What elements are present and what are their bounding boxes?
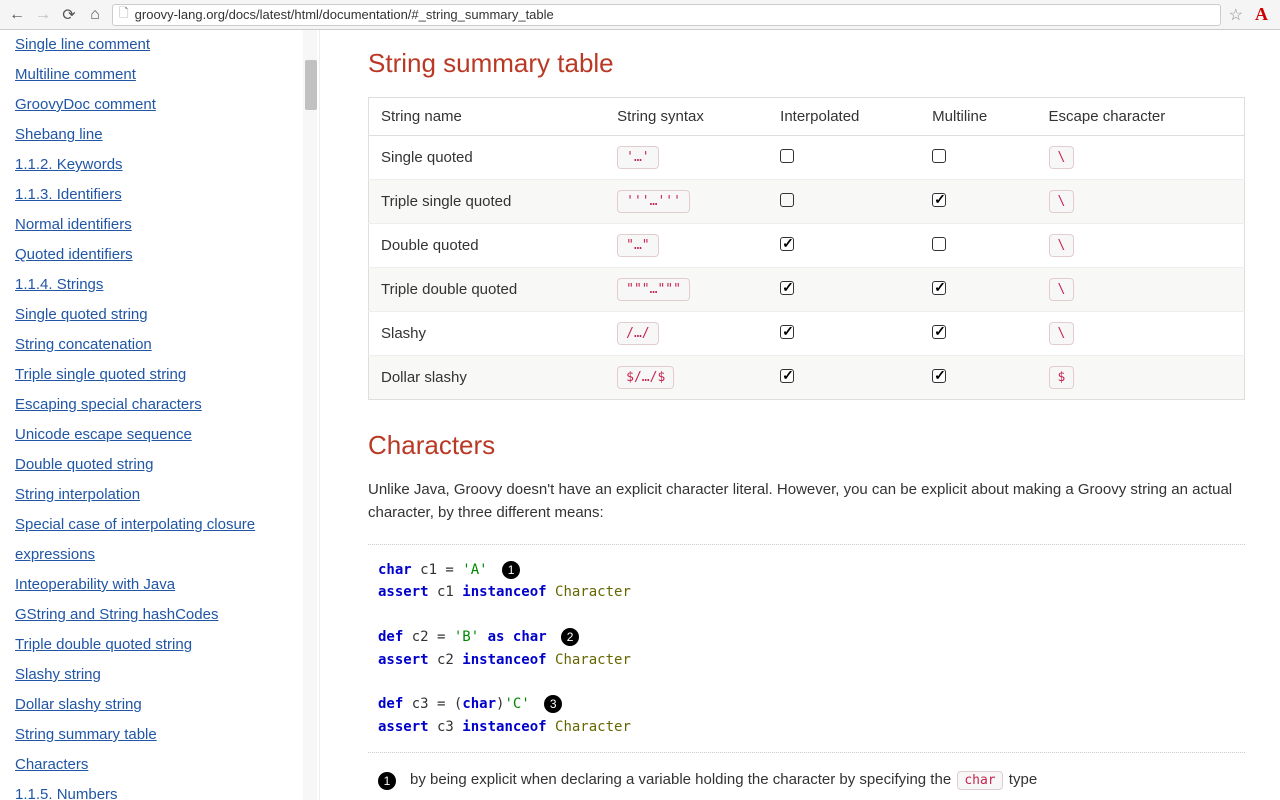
- checked-icon: [932, 281, 946, 295]
- table-header: String syntax: [605, 98, 768, 136]
- forward-button[interactable]: →: [34, 6, 52, 24]
- home-button[interactable]: ⌂: [86, 6, 104, 24]
- sidebar-link[interactable]: Triple single quoted string: [15, 360, 186, 390]
- callout-marker: 2: [561, 628, 579, 646]
- callout-item: 1 by being explicit when declaring a vari…: [378, 771, 1245, 790]
- checked-icon: [780, 325, 794, 339]
- syntax-token: """…""": [617, 278, 690, 301]
- unchecked-icon: [780, 149, 794, 163]
- sidebar-nav: Single line commentMultiline commentGroo…: [0, 30, 320, 800]
- callout-marker: 3: [544, 695, 562, 713]
- string-name-cell: Triple double quoted: [369, 268, 606, 312]
- characters-intro: Unlike Java, Groovy doesn't have an expl…: [368, 479, 1245, 524]
- sidebar-link[interactable]: Normal identifiers: [15, 210, 132, 240]
- callout-list: 1 by being explicit when declaring a vari…: [378, 771, 1245, 800]
- sidebar-link[interactable]: 1.1.2. Keywords: [15, 150, 123, 180]
- sidebar-link[interactable]: Special case of interpolating closure ex…: [15, 510, 304, 570]
- section-title-string-summary: String summary table: [368, 48, 1245, 79]
- unchecked-icon: [932, 237, 946, 251]
- inline-code: char: [957, 771, 1002, 790]
- table-row: Triple single quoted '''…''' \: [369, 180, 1245, 224]
- sidebar-link[interactable]: 1.1.5. Numbers: [15, 780, 118, 800]
- sidebar-link[interactable]: String summary table: [15, 720, 157, 750]
- callout-text: by being explicit when declaring a varia…: [410, 771, 1037, 790]
- string-name-cell: Triple single quoted: [369, 180, 606, 224]
- sidebar-link[interactable]: GString and String hashCodes: [15, 600, 218, 630]
- escape-token: $: [1049, 366, 1075, 389]
- sidebar-link[interactable]: String concatenation: [15, 330, 152, 360]
- checked-icon: [932, 193, 946, 207]
- sidebar-link[interactable]: 1.1.3. Identifiers: [15, 180, 122, 210]
- string-summary-table: String nameString syntaxInterpolatedMult…: [368, 97, 1245, 400]
- sidebar-link[interactable]: Characters: [15, 750, 88, 780]
- syntax-token: "…": [617, 234, 658, 257]
- sidebar-link[interactable]: Triple double quoted string: [15, 630, 192, 660]
- sidebar-link[interactable]: Single quoted string: [15, 300, 148, 330]
- table-row: Dollar slashy $/…/$ $: [369, 356, 1245, 400]
- sidebar-link[interactable]: Inteoperability with Java: [15, 570, 175, 600]
- table-row: Single quoted '…' \: [369, 136, 1245, 180]
- escape-token: \: [1049, 146, 1075, 169]
- sidebar-link[interactable]: 1.1.4. Strings: [15, 270, 103, 300]
- main-content: String summary table String nameString s…: [320, 30, 1280, 800]
- characters-code-block: char c1 = 'A' 1assert c1 instanceof Char…: [368, 544, 1245, 753]
- table-header: String name: [369, 98, 606, 136]
- sidebar-link[interactable]: Quoted identifiers: [15, 240, 133, 270]
- unchecked-icon: [932, 149, 946, 163]
- sidebar-link[interactable]: GroovyDoc comment: [15, 90, 156, 120]
- syntax-token: '…': [617, 146, 658, 169]
- back-button[interactable]: ←: [8, 6, 26, 24]
- reload-button[interactable]: ⟳: [60, 6, 78, 24]
- section-title-characters: Characters: [368, 430, 1245, 461]
- sidebar-link[interactable]: Multiline comment: [15, 60, 136, 90]
- syntax-token: $/…/$: [617, 366, 674, 389]
- string-name-cell: Slashy: [369, 312, 606, 356]
- checked-icon: [780, 369, 794, 383]
- table-row: Triple double quoted """…""" \: [369, 268, 1245, 312]
- checked-icon: [932, 325, 946, 339]
- sidebar-link[interactable]: Dollar slashy string: [15, 690, 142, 720]
- callout-number-icon: 1: [378, 772, 396, 790]
- syntax-token: /…/: [617, 322, 658, 345]
- table-row: Double quoted "…" \: [369, 224, 1245, 268]
- escape-token: \: [1049, 190, 1075, 213]
- table-header: Multiline: [920, 98, 1036, 136]
- unchecked-icon: [780, 193, 794, 207]
- sidebar-link[interactable]: Unicode escape sequence: [15, 420, 192, 450]
- sidebar-link[interactable]: Double quoted string: [15, 450, 153, 480]
- table-header: Escape character: [1037, 98, 1245, 136]
- extension-icon[interactable]: A: [1251, 4, 1272, 25]
- callout-marker: 1: [502, 561, 520, 579]
- browser-toolbar: ← → ⟳ ⌂ 🗋 groovy-lang.org/docs/latest/ht…: [0, 0, 1280, 30]
- sidebar-link[interactable]: Single line comment: [15, 30, 150, 60]
- checked-icon: [932, 369, 946, 383]
- escape-token: \: [1049, 322, 1075, 345]
- bookmark-star-icon[interactable]: ☆: [1229, 5, 1243, 25]
- sidebar-link[interactable]: Shebang line: [15, 120, 103, 150]
- escape-token: \: [1049, 278, 1075, 301]
- sidebar-link[interactable]: String interpolation: [15, 480, 140, 510]
- checked-icon: [780, 281, 794, 295]
- table-row: Slashy /…/ \: [369, 312, 1245, 356]
- table-header: Interpolated: [768, 98, 920, 136]
- checked-icon: [780, 237, 794, 251]
- string-name-cell: Single quoted: [369, 136, 606, 180]
- page-icon: 🗋: [119, 4, 129, 25]
- url-text: groovy-lang.org/docs/latest/html/documen…: [135, 7, 554, 22]
- escape-token: \: [1049, 234, 1075, 257]
- sidebar-link[interactable]: Slashy string: [15, 660, 101, 690]
- string-name-cell: Double quoted: [369, 224, 606, 268]
- syntax-token: '''…''': [617, 190, 690, 213]
- sidebar-link[interactable]: Escaping special characters: [15, 390, 202, 420]
- string-name-cell: Dollar slashy: [369, 356, 606, 400]
- url-bar[interactable]: 🗋 groovy-lang.org/docs/latest/html/docum…: [112, 4, 1221, 26]
